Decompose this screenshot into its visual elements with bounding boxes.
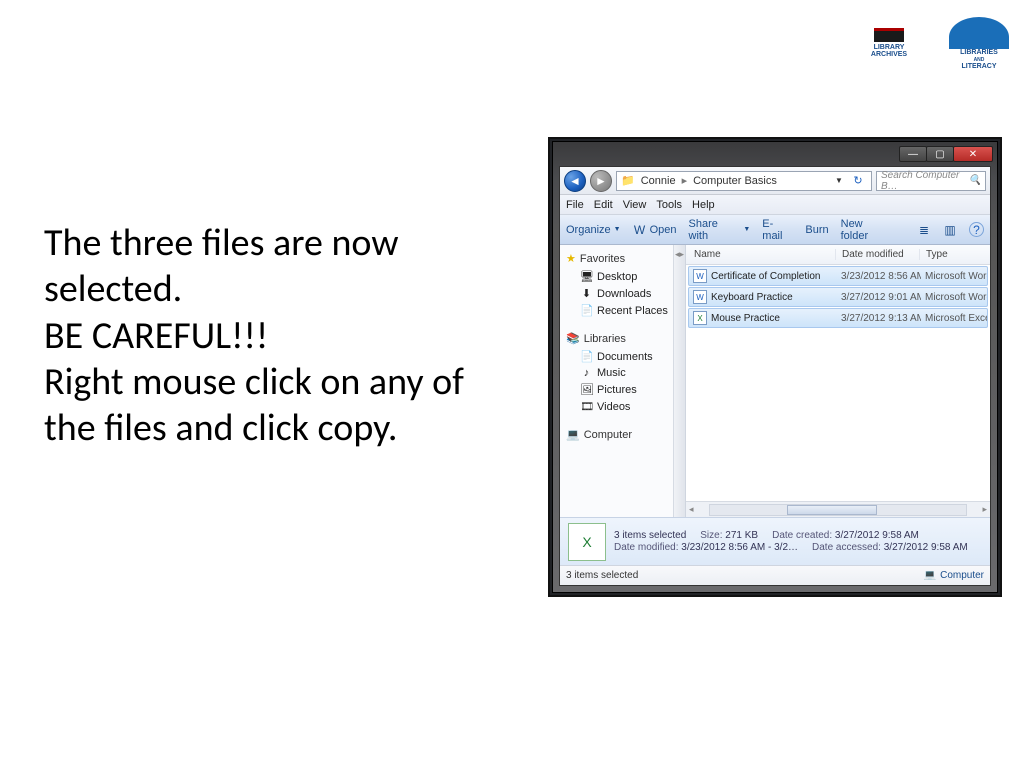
refresh-icon[interactable]: ↻: [849, 174, 867, 187]
close-button[interactable]: ✕: [953, 146, 993, 162]
preview-pane-icon[interactable]: ▥: [943, 223, 957, 237]
file-doc-icon: W: [693, 290, 707, 304]
minimize-button[interactable]: —: [899, 146, 927, 162]
logo-libraries-literacy: LIBRARIESANDLITERACY: [944, 8, 1014, 78]
menu-tools[interactable]: Tools: [656, 199, 682, 211]
computer-icon: 💻: [566, 428, 580, 441]
file-list-pane: Name Date modified Type WCertificate of …: [686, 245, 990, 517]
breadcrumb-1[interactable]: Connie: [639, 175, 678, 187]
file-row[interactable]: XMouse Practice 3/27/2012 9:13 AM Micros…: [688, 308, 988, 328]
nav-documents[interactable]: 📄Documents: [560, 348, 673, 365]
tool-burn[interactable]: Burn: [805, 224, 828, 236]
maximize-button[interactable]: ▢: [926, 146, 954, 162]
file-doc-icon: W: [693, 269, 707, 283]
details-pane: X 3 items selected Size: 271 KB Date cre…: [560, 517, 990, 565]
forward-button[interactable]: ►: [590, 170, 612, 192]
details-title: 3 items selected: [614, 530, 686, 541]
search-icon: 🔍: [969, 175, 981, 186]
downloads-icon: ⬇: [580, 287, 593, 300]
logo-library-archives: LIBRARYARCHIVES: [854, 8, 924, 78]
back-button[interactable]: ◄: [564, 170, 586, 192]
menu-view[interactable]: View: [623, 199, 647, 211]
nav-downloads[interactable]: ⬇Downloads: [560, 285, 673, 302]
tool-email[interactable]: E-mail: [762, 218, 793, 242]
scrollbar-thumb[interactable]: [787, 505, 877, 515]
documents-icon: 📄: [580, 350, 593, 363]
instruction-line-3: Right mouse click on any of the files an…: [44, 359, 514, 452]
tool-open[interactable]: WOpen: [633, 223, 677, 237]
address-bar[interactable]: 📁 Connie ▸ Computer Basics ▼ ↻: [616, 171, 872, 191]
tool-organize[interactable]: Organize▼: [566, 224, 621, 236]
col-name[interactable]: Name: [686, 249, 836, 260]
breadcrumb-2[interactable]: Computer Basics: [691, 175, 779, 187]
instruction-text: The three files are now selected. BE CAR…: [44, 220, 514, 452]
nav-music[interactable]: ♪Music: [560, 365, 673, 381]
address-dropdown-icon[interactable]: ▼: [833, 176, 845, 185]
nav-desktop[interactable]: 🖥Desktop: [560, 268, 673, 285]
libraries-icon: 📚: [566, 332, 580, 345]
pictures-icon: 🖼: [580, 383, 593, 396]
header-logos: LIBRARYARCHIVES LIBRARIESANDLITERACY: [854, 8, 1014, 78]
computer-small-icon: 💻: [924, 570, 936, 581]
instruction-line-2: BE CAREFUL!!!: [44, 313, 514, 359]
nav-pictures[interactable]: 🖼Pictures: [560, 381, 673, 398]
nav-favorites[interactable]: ★Favorites: [560, 249, 673, 268]
breadcrumb-sep-icon: ▸: [682, 174, 688, 187]
toolbar: Organize▼ WOpen Share with▼ E-mail Burn …: [560, 215, 990, 245]
window-titlebar: — ▢ ✕: [553, 142, 997, 166]
recent-icon: 📄: [580, 304, 593, 317]
explorer-window: — ▢ ✕ ◄ ► 📁 Connie ▸ Computer Basics ▼ ↻: [548, 137, 1002, 597]
word-icon: W: [633, 223, 647, 237]
menu-bar: File Edit View Tools Help: [560, 195, 990, 215]
videos-icon: 🎞: [580, 400, 593, 413]
splitter-handle[interactable]: ◂▸: [674, 245, 686, 517]
file-rows: WCertificate of Completion 3/23/2012 8:5…: [686, 265, 990, 501]
address-bar-row: ◄ ► 📁 Connie ▸ Computer Basics ▼ ↻ Searc…: [560, 167, 990, 195]
column-headers: Name Date modified Type: [686, 245, 990, 265]
help-icon[interactable]: ?: [969, 222, 984, 237]
view-mode-icon[interactable]: ≣: [917, 223, 931, 237]
star-icon: ★: [566, 252, 576, 265]
nav-libraries[interactable]: 📚Libraries: [560, 329, 673, 348]
horizontal-scrollbar[interactable]: ◂ ▸: [686, 501, 990, 517]
tool-newfolder[interactable]: New folder: [841, 218, 893, 242]
nav-computer[interactable]: 💻Computer: [560, 425, 673, 444]
tool-share[interactable]: Share with▼: [689, 218, 751, 242]
details-excel-icon: X: [568, 523, 606, 561]
nav-videos[interactable]: 🎞Videos: [560, 398, 673, 415]
status-right: 💻 Computer: [924, 570, 984, 581]
menu-file[interactable]: File: [566, 199, 584, 211]
search-placeholder: Search Computer B…: [881, 170, 969, 192]
file-row[interactable]: WCertificate of Completion 3/23/2012 8:5…: [688, 266, 988, 286]
file-xls-icon: X: [693, 311, 707, 325]
col-date[interactable]: Date modified: [836, 249, 920, 260]
file-row[interactable]: WKeyboard Practice 3/27/2012 9:01 AM Mic…: [688, 287, 988, 307]
col-type[interactable]: Type: [920, 249, 990, 260]
folder-icon: 📁: [621, 174, 635, 187]
nav-recent[interactable]: 📄Recent Places: [560, 302, 673, 319]
status-left: 3 items selected: [566, 570, 638, 581]
status-bar: 3 items selected 💻 Computer: [560, 565, 990, 585]
search-input[interactable]: Search Computer B… 🔍: [876, 171, 986, 191]
menu-help[interactable]: Help: [692, 199, 715, 211]
music-icon: ♪: [580, 367, 593, 379]
menu-edit[interactable]: Edit: [594, 199, 613, 211]
navigation-pane: ★Favorites 🖥Desktop ⬇Downloads 📄Recent P…: [560, 245, 674, 517]
instruction-line-1: The three files are now selected.: [44, 220, 514, 313]
desktop-icon: 🖥: [580, 270, 593, 283]
